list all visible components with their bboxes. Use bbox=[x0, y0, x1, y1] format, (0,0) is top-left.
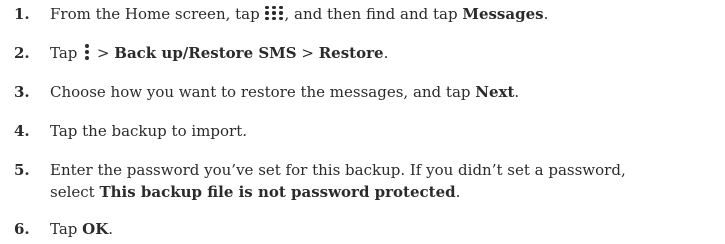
step-number: 1. bbox=[14, 5, 30, 23]
apps-grid-icon bbox=[265, 6, 283, 20]
step-number: 2. bbox=[14, 44, 30, 62]
step-number: 3. bbox=[14, 83, 30, 101]
step-text: Choose how you want to restore the messa… bbox=[50, 83, 520, 101]
step-text: Enter the password you’ve set for this b… bbox=[50, 161, 626, 201]
step-text: From the Home screen, tap , and then fin… bbox=[50, 5, 549, 23]
step-text: Tap OK. bbox=[50, 220, 114, 238]
step-number: 6. bbox=[14, 220, 30, 238]
restore-messages-steps: 1. From the Home screen, tap , and then … bbox=[0, 0, 725, 244]
step-text: Tap > Back up/Restore SMS > Restore. bbox=[50, 44, 389, 62]
step-text: Tap the backup to import. bbox=[50, 122, 247, 140]
step-number: 5. bbox=[14, 161, 30, 179]
more-vertical-icon bbox=[84, 44, 90, 60]
step-number: 4. bbox=[14, 122, 30, 140]
